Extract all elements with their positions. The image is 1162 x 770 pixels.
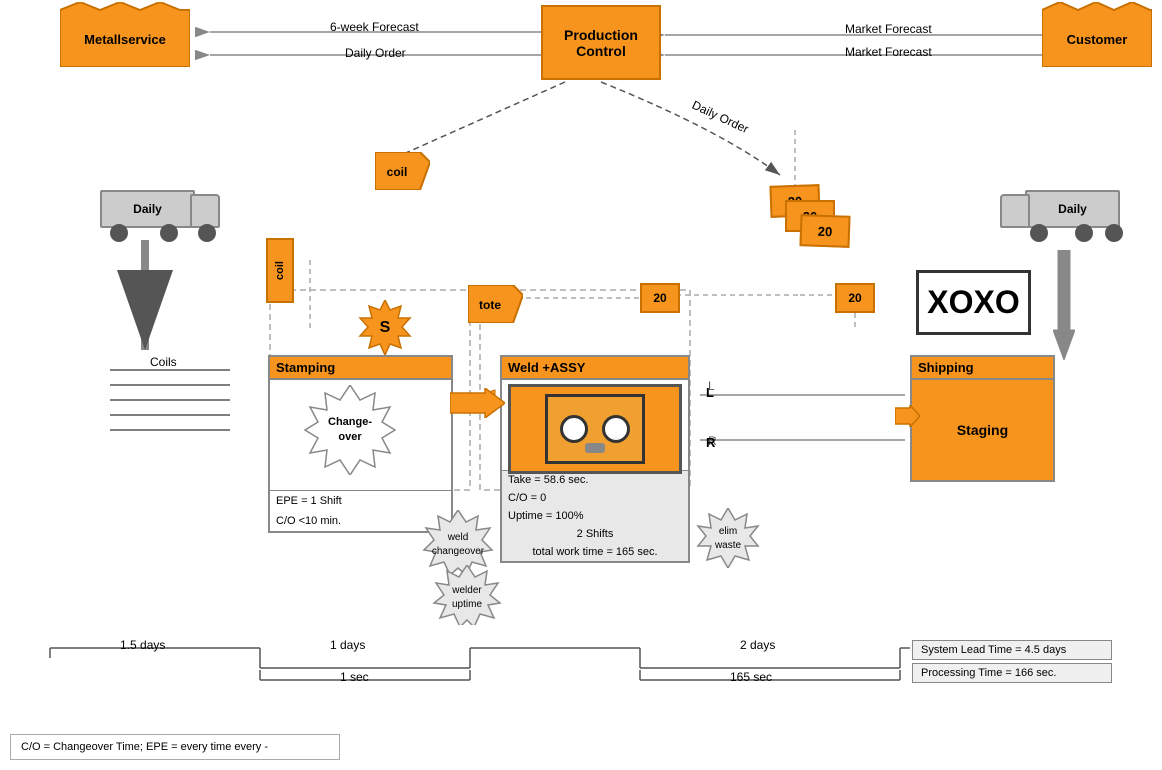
weld-uptime: Uptime = 100% xyxy=(502,507,688,525)
system-lead-time-label: System Lead Time = 4.5 days xyxy=(921,644,1066,656)
production-control-label: Production Control xyxy=(564,27,638,59)
l-label: L xyxy=(706,385,714,400)
changeover-burst: Change- over xyxy=(295,385,405,478)
push-arrow-to-shipping xyxy=(895,405,920,427)
sec-1-label: 1 sec xyxy=(340,670,369,684)
days-3-label: 2 days xyxy=(740,638,775,652)
svg-text:coil: coil xyxy=(387,165,408,179)
coils-label: Coils xyxy=(150,355,177,369)
weld-total-work: total work time = 165 sec. xyxy=(502,543,688,561)
r-label: R xyxy=(706,435,715,450)
coil-top-tag: coil xyxy=(375,152,430,193)
inv-20-right-tag: 20 xyxy=(835,283,875,313)
tote-tag: tote xyxy=(468,285,523,326)
diagram-container: L R xyxy=(0,0,1162,770)
six-week-forecast-label: 6-week Forecast xyxy=(330,20,419,34)
s-burst: S xyxy=(358,300,413,358)
svg-text:tote: tote xyxy=(479,298,501,312)
shipping-process-box: Shipping Staging xyxy=(910,355,1055,482)
welder-uptime-burst: welder uptime xyxy=(430,565,505,628)
system-lead-time-box: System Lead Time = 4.5 days xyxy=(912,640,1112,660)
svg-text:changeover: changeover xyxy=(432,546,485,557)
weld-co: C/O = 0 xyxy=(502,489,688,507)
shipping-header: Shipping xyxy=(912,357,1053,380)
market-forecast-1-label: Market Forecast xyxy=(845,22,932,36)
svg-text:welder: welder xyxy=(451,585,482,596)
daily-right-label: Daily xyxy=(1025,190,1120,228)
svg-text:Customer: Customer xyxy=(1067,32,1128,47)
svg-text:uptime: uptime xyxy=(452,599,482,610)
footnote-label: C/O = Changeover Time; EPE = every time … xyxy=(21,741,268,753)
market-forecast-2-label: Market Forecast xyxy=(845,45,932,59)
svg-text:elim: elim xyxy=(719,526,737,537)
daily-order-left-label: Daily Order xyxy=(345,46,406,60)
staging-label: Staging xyxy=(912,380,1053,480)
left-truck: Daily xyxy=(100,180,220,235)
inv-20-mid-label: 20 xyxy=(653,291,666,305)
inv-20-right-label: 20 xyxy=(848,291,861,305)
inv-20-mid-tag: 20 xyxy=(640,283,680,313)
stamping-epe: EPE = 1 Shift xyxy=(270,490,451,511)
xoxo-box: XOXO xyxy=(916,270,1031,335)
stamping-header: Stamping xyxy=(270,357,451,380)
processing-time-label: Processing Time = 166 sec. xyxy=(921,667,1056,679)
weld-process-box: Weld +ASSY Take = 58.6 sec. C/O = 0 Upti… xyxy=(500,355,690,563)
weld-header: Weld +ASSY xyxy=(502,357,688,380)
svg-text:Change-: Change- xyxy=(328,416,372,428)
sec-2-label: 165 sec xyxy=(730,670,772,684)
footnote-box: C/O = Changeover Time; EPE = every time … xyxy=(10,734,340,760)
svg-text:waste: waste xyxy=(714,540,742,551)
stack-box-3: 20 xyxy=(799,214,850,248)
right-truck: Daily xyxy=(1000,180,1120,235)
xoxo-label: XOXO xyxy=(927,284,1019,321)
push-arrow-stamp-weld xyxy=(450,388,505,418)
stamping-process-box: Stamping Change- over EPE = 1 Shift C/O … xyxy=(268,355,453,533)
days-2-label: 1 days xyxy=(330,638,365,652)
svg-text:Metallservice: Metallservice xyxy=(84,32,166,47)
weld-shifts: 2 Shifts xyxy=(502,525,688,543)
daily-order-right-label: Daily Order xyxy=(690,98,751,136)
right-truck-arrow xyxy=(1053,250,1075,360)
daily-left-label: Daily xyxy=(100,190,195,228)
elim-waste-burst: elim waste xyxy=(693,508,763,571)
production-control-box: Production Control xyxy=(541,5,661,80)
coil-vert-tag: coil xyxy=(266,238,294,303)
svg-text:over: over xyxy=(338,431,362,443)
svg-text:S: S xyxy=(380,319,391,336)
days-1-label: 1.5 days xyxy=(120,638,165,652)
processing-time-box: Processing Time = 166 sec. xyxy=(912,663,1112,683)
svg-text:weld: weld xyxy=(447,532,469,543)
